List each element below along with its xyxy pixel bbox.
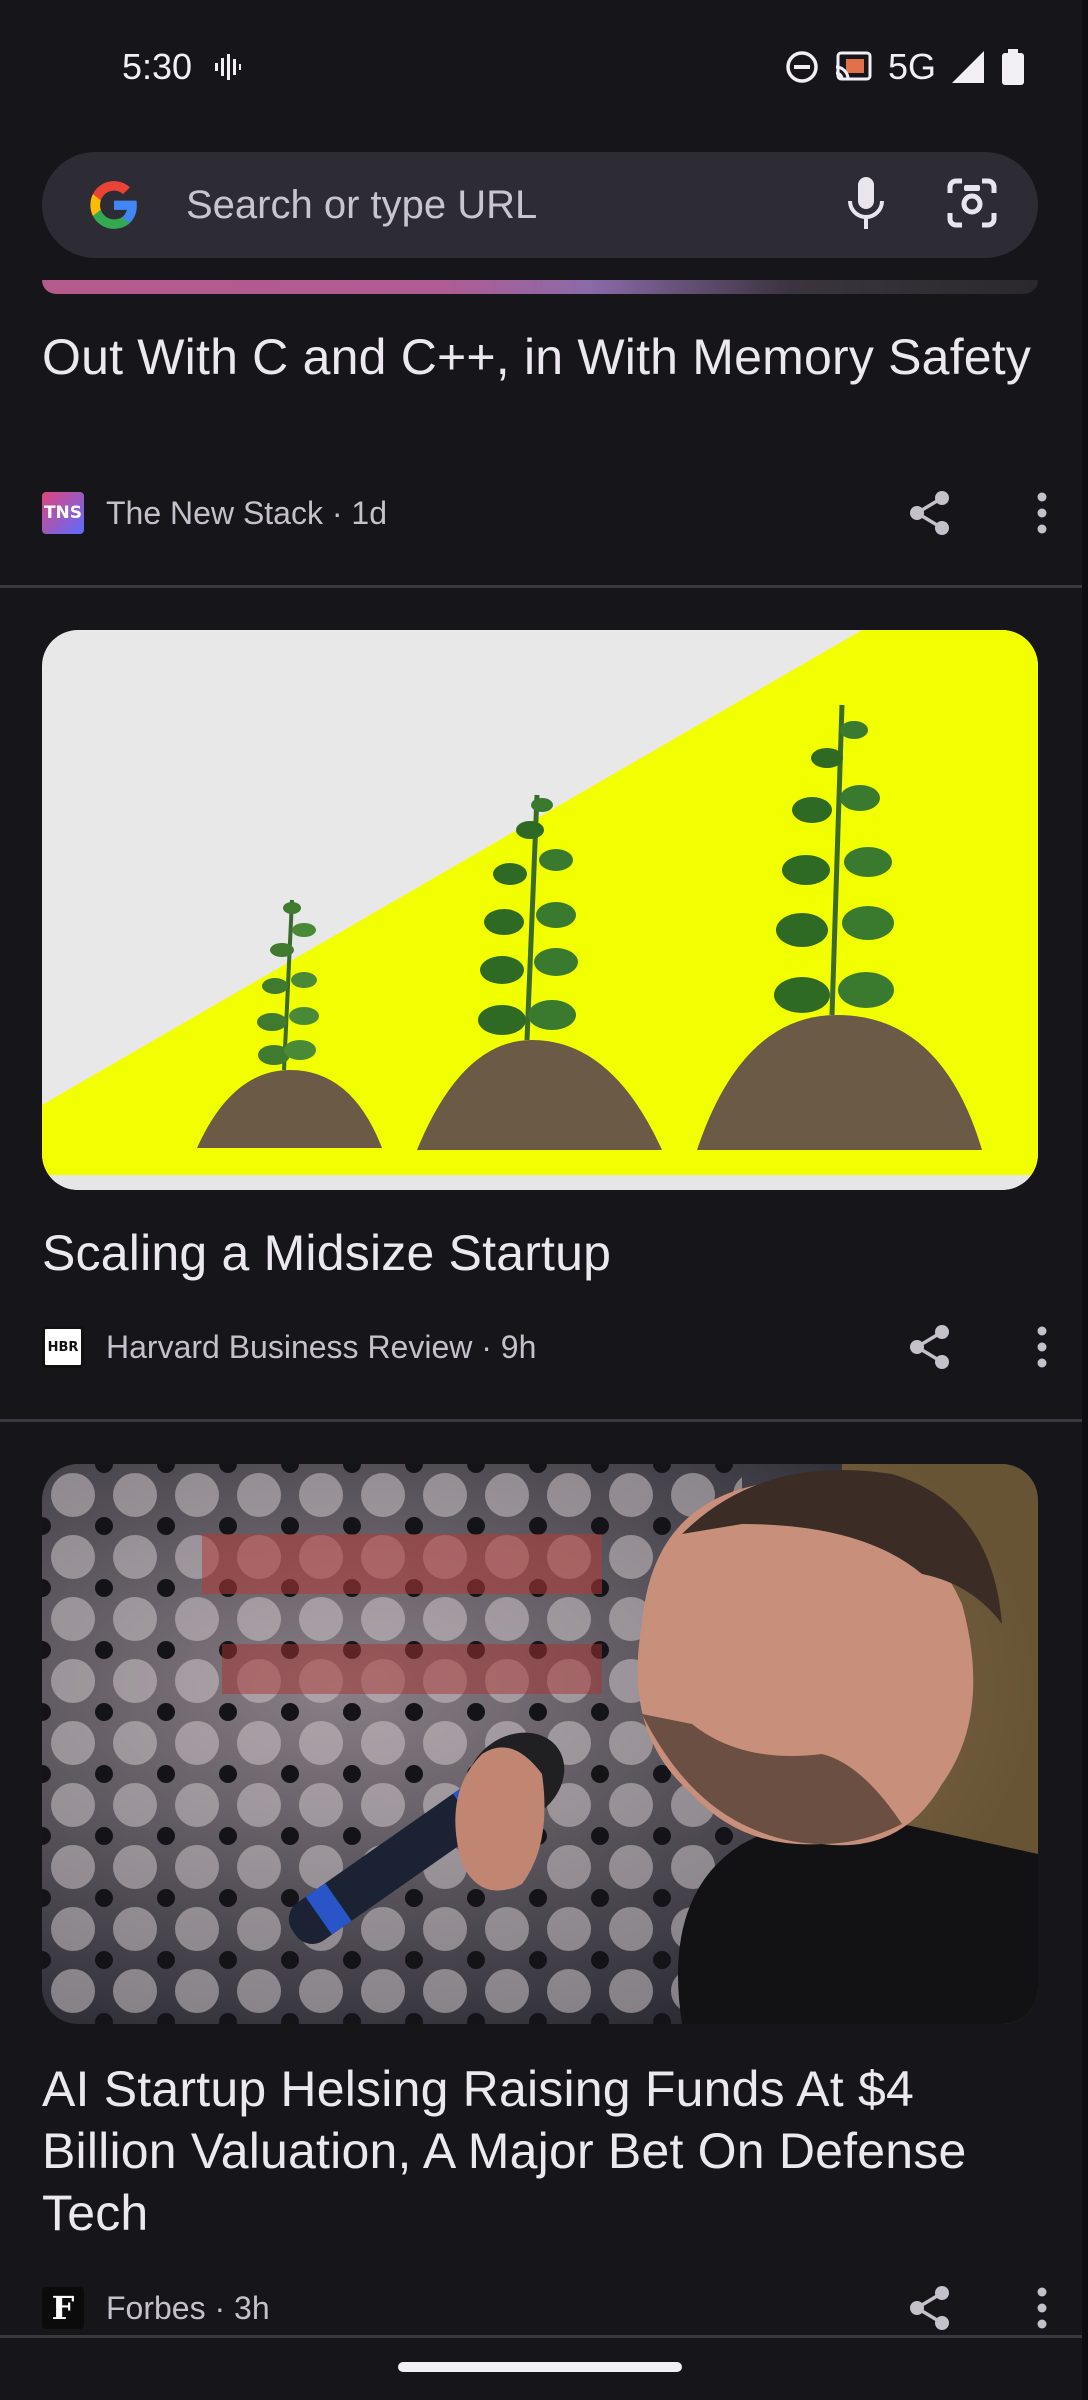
article-image[interactable] <box>42 1464 1038 2024</box>
mic-icon[interactable] <box>846 175 886 236</box>
article-title[interactable]: Out With C and C++, in With Memory Safet… <box>42 326 1036 388</box>
article-meta: HBR Harvard Business Review · 9h <box>42 1322 1036 1372</box>
publisher-name: Harvard Business Review · 9h <box>106 1328 537 1365</box>
share-icon[interactable] <box>908 1324 952 1375</box>
publisher-logo: HBR <box>42 1326 84 1368</box>
article-meta: TNS The New Stack · 1d <box>42 488 1036 538</box>
publisher-name: The New Stack · 1d <box>106 494 387 531</box>
publisher-name: Forbes · 3h <box>106 2289 270 2326</box>
status-bar: 5:30 5G <box>0 0 1088 134</box>
more-options-icon[interactable] <box>1012 1326 1072 1373</box>
home-gesture-bar[interactable] <box>398 2362 682 2372</box>
article-title[interactable]: Scaling a Midsize Startup <box>42 1222 1036 1284</box>
voice-activity-icon <box>212 52 242 82</box>
more-options-icon[interactable] <box>1012 492 1072 539</box>
search-input[interactable]: Search or type URL <box>186 183 846 228</box>
do-not-disturb-icon <box>784 49 820 85</box>
divider <box>0 585 1082 588</box>
signal-icon <box>950 49 986 85</box>
network-type: 5G <box>887 46 936 87</box>
lens-icon[interactable] <box>946 177 998 234</box>
screen-edge <box>1082 0 1088 2400</box>
more-options-icon[interactable] <box>1012 2287 1072 2334</box>
share-icon[interactable] <box>908 490 952 541</box>
google-logo-icon <box>88 179 140 231</box>
battery-icon <box>1000 48 1026 86</box>
search-bar[interactable]: Search or type URL <box>42 152 1038 258</box>
divider <box>0 2335 1082 2338</box>
article-meta: F Forbes · 3h <box>42 2283 1036 2333</box>
share-icon[interactable] <box>908 2285 952 2336</box>
status-time: 5:30 <box>122 46 193 87</box>
cast-icon <box>834 49 874 85</box>
previous-article-image[interactable] <box>42 280 1038 294</box>
divider <box>0 1419 1082 1422</box>
publisher-logo: F <box>42 2287 84 2329</box>
article-image[interactable] <box>42 630 1038 1190</box>
article-title[interactable]: AI Startup Helsing Raising Funds At $4 B… <box>42 2058 1036 2244</box>
publisher-logo: TNS <box>42 492 84 534</box>
